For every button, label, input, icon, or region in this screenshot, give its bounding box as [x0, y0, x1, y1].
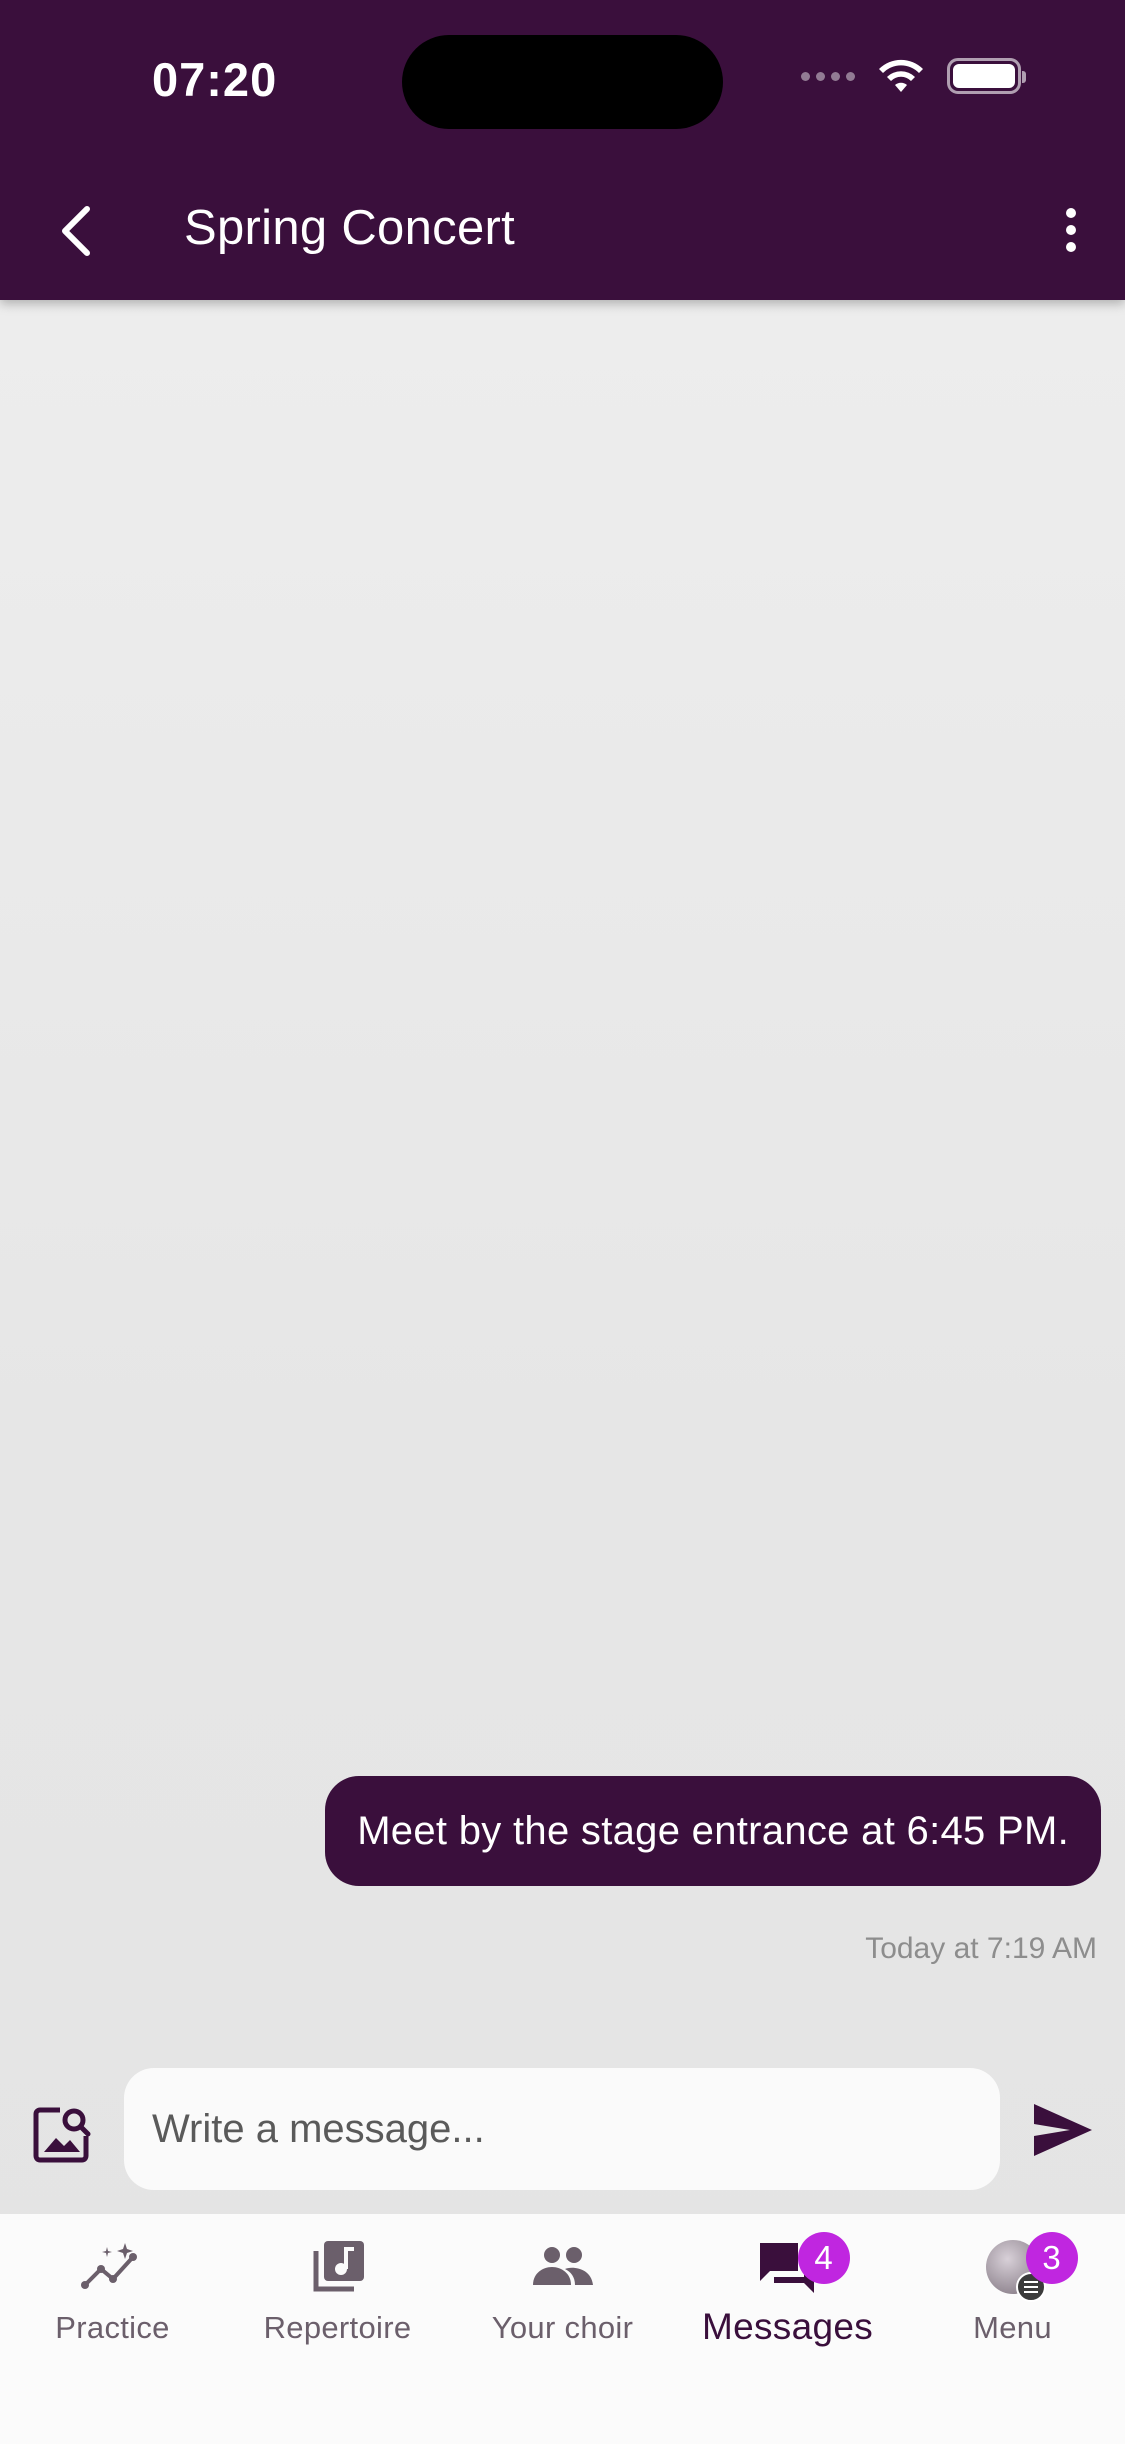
- tab-your-choir[interactable]: Your choir: [450, 2234, 675, 2364]
- bottom-navigation: Practice Repertoire Your choir 4 Message…: [0, 2214, 1125, 2444]
- tab-label: Messages: [701, 2306, 874, 2347]
- battery-icon: [947, 58, 1026, 94]
- chevron-left-icon: [62, 206, 90, 256]
- dynamic-island: [402, 35, 723, 129]
- people-icon: [532, 2247, 593, 2285]
- tab-label: Menu: [973, 2310, 1052, 2345]
- tab-repertoire[interactable]: Repertoire: [225, 2234, 450, 2364]
- image-search-icon: [33, 2107, 91, 2163]
- tab-label: Practice: [55, 2310, 170, 2345]
- attach-image-button[interactable]: [30, 2102, 94, 2166]
- menu-badge: 3: [1025, 2232, 1078, 2284]
- send-icon: [1034, 2104, 1092, 2156]
- cellular-icon: [801, 71, 855, 81]
- tab-messages[interactable]: 4 Messages: [675, 2232, 900, 2364]
- page-title: Spring Concert: [184, 201, 516, 255]
- back-button[interactable]: [45, 196, 105, 266]
- chat-screen: 07:20 Spring Concert Meet by the stage e…: [0, 0, 1125, 2444]
- status-icons: [801, 58, 1026, 94]
- status-time: 07:20: [152, 53, 278, 106]
- tab-menu[interactable]: 3 Menu: [900, 2232, 1125, 2364]
- more-vertical-icon: [1066, 208, 1076, 218]
- music-library-icon: [313, 2241, 364, 2292]
- wifi-icon: [879, 59, 923, 92]
- messages-badge: 4: [797, 2232, 850, 2284]
- send-button[interactable]: [1030, 2100, 1100, 2166]
- message-input[interactable]: [124, 2068, 1000, 2190]
- message-bubble[interactable]: Meet by the stage entrance at 6:45 PM.: [325, 1776, 1101, 1886]
- more-options-button[interactable]: [1045, 198, 1097, 262]
- tab-practice[interactable]: Practice: [0, 2234, 225, 2364]
- tab-label: Repertoire: [263, 2310, 412, 2345]
- practice-sparkle-chart-icon: [80, 2243, 137, 2289]
- tab-label: Your choir: [491, 2310, 634, 2345]
- message-composer: [0, 2050, 1125, 2214]
- message-timestamp: Today at 7:19 AM: [865, 1932, 1097, 1965]
- app-header: 07:20 Spring Concert: [0, 0, 1125, 300]
